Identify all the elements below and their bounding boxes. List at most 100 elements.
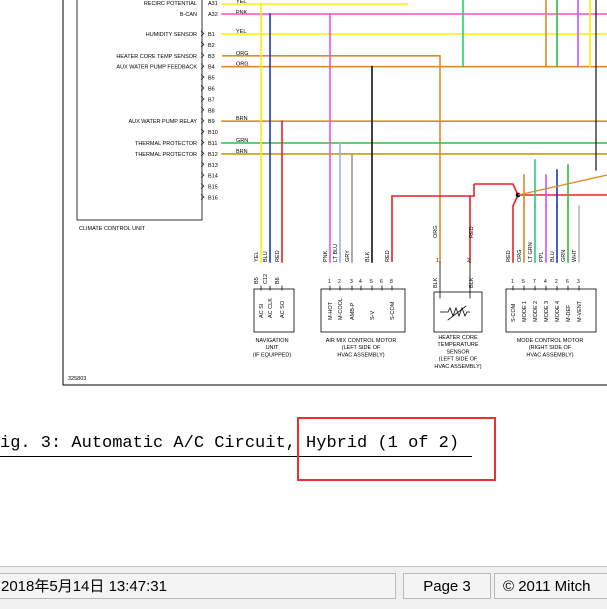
unit-label-a31: RECIRC POTENTIAL <box>144 1 197 7</box>
mode-wire-label-4: BLU <box>550 251 556 262</box>
connector-chevron <box>200 150 205 157</box>
unit-pin-b4: B4 <box>208 65 215 71</box>
unit-pin-b16: B16 <box>208 196 218 202</box>
unit-pin-b9: B9 <box>208 119 215 125</box>
airmix-wire-label-4: RED <box>385 250 391 262</box>
unit-pin-b5: B5 <box>208 76 215 82</box>
airmix-wire-red <box>391 184 475 262</box>
mode-signal-4: MODE 4 <box>555 301 561 322</box>
airmix-title-2: HVAC ASSEMBLY) <box>337 352 384 358</box>
nav-pin-2: B6 <box>275 277 281 284</box>
airmix-pin-6: 8 <box>390 279 393 285</box>
mode-signal-5: M-DEF <box>566 304 572 322</box>
mode-wire-label-6: WHT <box>572 249 578 262</box>
airmix-wire-label-0: PNK <box>323 250 329 262</box>
wires <box>221 0 607 263</box>
unit-pin-b14: B14 <box>208 174 218 180</box>
unit-label-a32: B-CAN <box>180 12 197 18</box>
unit-label-b11: THERMAL PROTECTOR <box>135 141 197 147</box>
connector-chevron <box>200 161 205 168</box>
unit-label-b9: AUX WATER PUMP RELAY <box>128 119 197 125</box>
nav-pin-1: C12 <box>263 274 269 284</box>
mode-wire-label-1: ORG <box>517 249 523 262</box>
mode-wire-label-3: PPL <box>539 252 545 262</box>
airmix-title-1: (LEFT SIDE OF <box>342 345 381 351</box>
mode-title-2: HVAC ASSEMBLY) <box>526 352 573 358</box>
nav-wire-label-1: BLU <box>263 251 269 262</box>
nav-wire-label-0: YEL <box>254 252 260 262</box>
mode-pin-5: 6 <box>566 279 569 285</box>
airmix-pin-4: 5 <box>370 279 373 285</box>
unit-pin-b3: B3 <box>208 54 215 60</box>
status-page: Page 3 <box>403 573 491 599</box>
components: YEL BLU RED PNK LT BLU GRY BLK REDORG REDRED ORG L… <box>253 225 597 370</box>
unit-label-b12: THERMAL PROTECTOR <box>135 152 197 158</box>
mode-signal-3: MODE 3 <box>544 301 550 322</box>
airmix-signal-6: S-COM <box>390 301 396 320</box>
unit-pin-a32: A32 <box>208 12 218 18</box>
nav-title-0: NAVIGATION <box>255 338 288 344</box>
airmix-wire-label-1: LT BLU <box>333 244 339 262</box>
status-datetime: 2018年5月14日 13:47:31 <box>0 573 396 599</box>
connector-chevron <box>200 172 205 178</box>
heater-title-0: HEATER CORE <box>438 335 478 341</box>
status-bar: 2018年5月14日 13:47:31 Page 3 © 2011 Mitch <box>0 566 607 609</box>
connector-chevron <box>200 117 205 124</box>
mode-pin-1: 5 <box>522 279 525 285</box>
mode-wire-label-5: GRN <box>561 250 567 262</box>
airmix-pin-3: 4 <box>359 279 362 285</box>
nav-title-1: UNIT <box>266 345 279 351</box>
unit-pin-b13: B13 <box>208 163 218 169</box>
mode-signal-0: S-COM <box>511 303 517 322</box>
mode-title-0: MODE CONTROL MOTOR <box>517 338 584 344</box>
mode-wire-label-0: RED <box>506 250 512 262</box>
unit-connector-rows: RECIRC POTENTIAL A31 YELB-CAN A32 PNKB1HUMID… <box>116 0 248 202</box>
unit-pin-a31: A31 <box>208 1 218 7</box>
airmix-title-0: AIR MIX CONTROL MOTOR <box>326 338 397 344</box>
heater-wire-label-1: RED <box>469 226 475 238</box>
heater-title-3: (LEFT SIDE OF <box>439 357 478 363</box>
unit-pin-b2: B2 <box>208 43 215 49</box>
connector-chevron <box>200 63 205 69</box>
mode-signal-6: M-VENT <box>577 300 583 322</box>
highlight-callout-box <box>297 417 496 481</box>
nav-signal-0: AC SI <box>259 303 265 318</box>
connector-chevron <box>200 74 205 80</box>
airmix-wire-label-2: GRY <box>345 250 351 262</box>
unit-pin-b7: B7 <box>208 97 215 103</box>
mode-signal-1: MODE 1 <box>522 301 528 322</box>
figure-number: 325803 <box>68 376 86 382</box>
airmix-signal-2: AMB-P <box>350 302 356 320</box>
wiring-diagram: RECIRC POTENTIAL A31 YEL B-CAN A32 PNK B1 HUMID… <box>62 0 607 386</box>
heater-lower-label-0: BLK <box>433 277 439 288</box>
unit-pin-b8: B8 <box>208 108 215 114</box>
airmix-pin-1: 2 <box>338 279 341 285</box>
unit-pin-b11: B11 <box>208 141 217 147</box>
mode-pin-4: 2 <box>555 279 558 285</box>
airmix-pin-0: 1 <box>328 279 331 285</box>
mode-pin-6: 3 <box>577 279 580 285</box>
wire-org-diag <box>517 174 607 196</box>
connector-chevron <box>200 30 205 37</box>
unit-pin-b6: B6 <box>208 87 215 93</box>
heater-title-1: TEMPERATURE <box>437 342 478 348</box>
airmix-wire-label-3: BLK <box>365 251 371 262</box>
unit-pin-b15: B15 <box>208 185 218 191</box>
status-copyright: © 2011 Mitch <box>494 573 607 599</box>
heater-pin-1: 2 <box>467 258 470 264</box>
mode-wire-label-2: LT GRN <box>528 242 534 262</box>
mode-pin-3: 4 <box>544 279 547 285</box>
wire-color-a32: PNK <box>236 10 248 16</box>
mode-title-1: (RIGHT SIDE OF <box>529 345 572 351</box>
heater-wire-label-0: ORG <box>433 225 439 238</box>
connector-chevron <box>200 183 205 189</box>
connector-chevron <box>200 52 205 59</box>
unit-label-b1: HUMIDITY SENSOR <box>146 32 197 38</box>
heater-lower-label-1: BLK <box>469 277 475 288</box>
mode-pin-2: 7 <box>533 279 536 285</box>
unit-pin-b1: B1 <box>208 32 215 38</box>
nav-signal-2: AC SO <box>280 300 286 318</box>
heater-title-4: HVAC ASSEMBLY) <box>434 364 481 370</box>
unit-pin-b12: B12 <box>208 152 218 158</box>
nav-signal-1: AC CLK <box>268 298 274 318</box>
